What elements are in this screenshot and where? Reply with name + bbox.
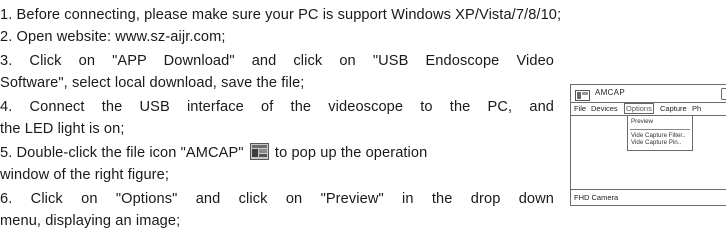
status-camera-name: FHD Camera [574, 193, 619, 202]
menu-options[interactable]: Options [624, 103, 654, 114]
step-5-line-1: 5. Double-click the file icon "AMCAP" to… [0, 142, 427, 164]
dropdown-preview[interactable]: Preview [631, 118, 653, 125]
amcap-title: AMCAP [595, 88, 625, 97]
menu-ph[interactable]: Ph [692, 104, 701, 113]
step-4-line-2: the LED light is on; [0, 121, 125, 137]
menu-devices[interactable]: Devices [591, 104, 618, 113]
step-2: 2. Open website: www.sz-aijr.com; [0, 29, 226, 45]
step-5-text-before: 5. Double-click the file icon "AMCAP" [0, 145, 244, 161]
step-3-line-1: 3. Click on "APP Download" and click on … [0, 53, 554, 69]
dropdown-capture-filter[interactable]: Vide Capture Filter.. [631, 132, 686, 139]
amcap-title-bar: AMCAP [571, 85, 726, 103]
step-6-line-1: 6. Click on "Options" and click on "Prev… [0, 191, 554, 207]
window-control-button[interactable] [721, 88, 726, 100]
step-5-text-after: to pop up the operation [274, 145, 428, 161]
step-4-line-1: 4. Connect the USB interface of the vide… [0, 99, 554, 115]
amcap-app-icon [575, 88, 590, 101]
menu-file[interactable]: File [574, 104, 586, 113]
options-dropdown: Preview Vide Capture Filter.. Vide Captu… [627, 115, 693, 151]
step-3-line-2: Software", select local download, save t… [0, 75, 305, 91]
step-5-line-2: window of the right figure; [0, 167, 169, 183]
amcap-status-bar: FHD Camera [571, 189, 726, 205]
manual-page: 1. Before connecting, please make sure y… [0, 0, 726, 250]
dropdown-capture-pin[interactable]: Vide Capture Pin.. [631, 139, 681, 146]
dropdown-separator [630, 129, 690, 130]
amcap-file-icon [249, 143, 269, 160]
step-6-line-2: menu, displaying an image; [0, 213, 181, 229]
step-1: 1. Before connecting, please make sure y… [0, 7, 562, 23]
menu-capture[interactable]: Capture [660, 104, 687, 113]
amcap-window-illustration: AMCAP File Devices Options Capture Ph Pr… [570, 84, 726, 206]
